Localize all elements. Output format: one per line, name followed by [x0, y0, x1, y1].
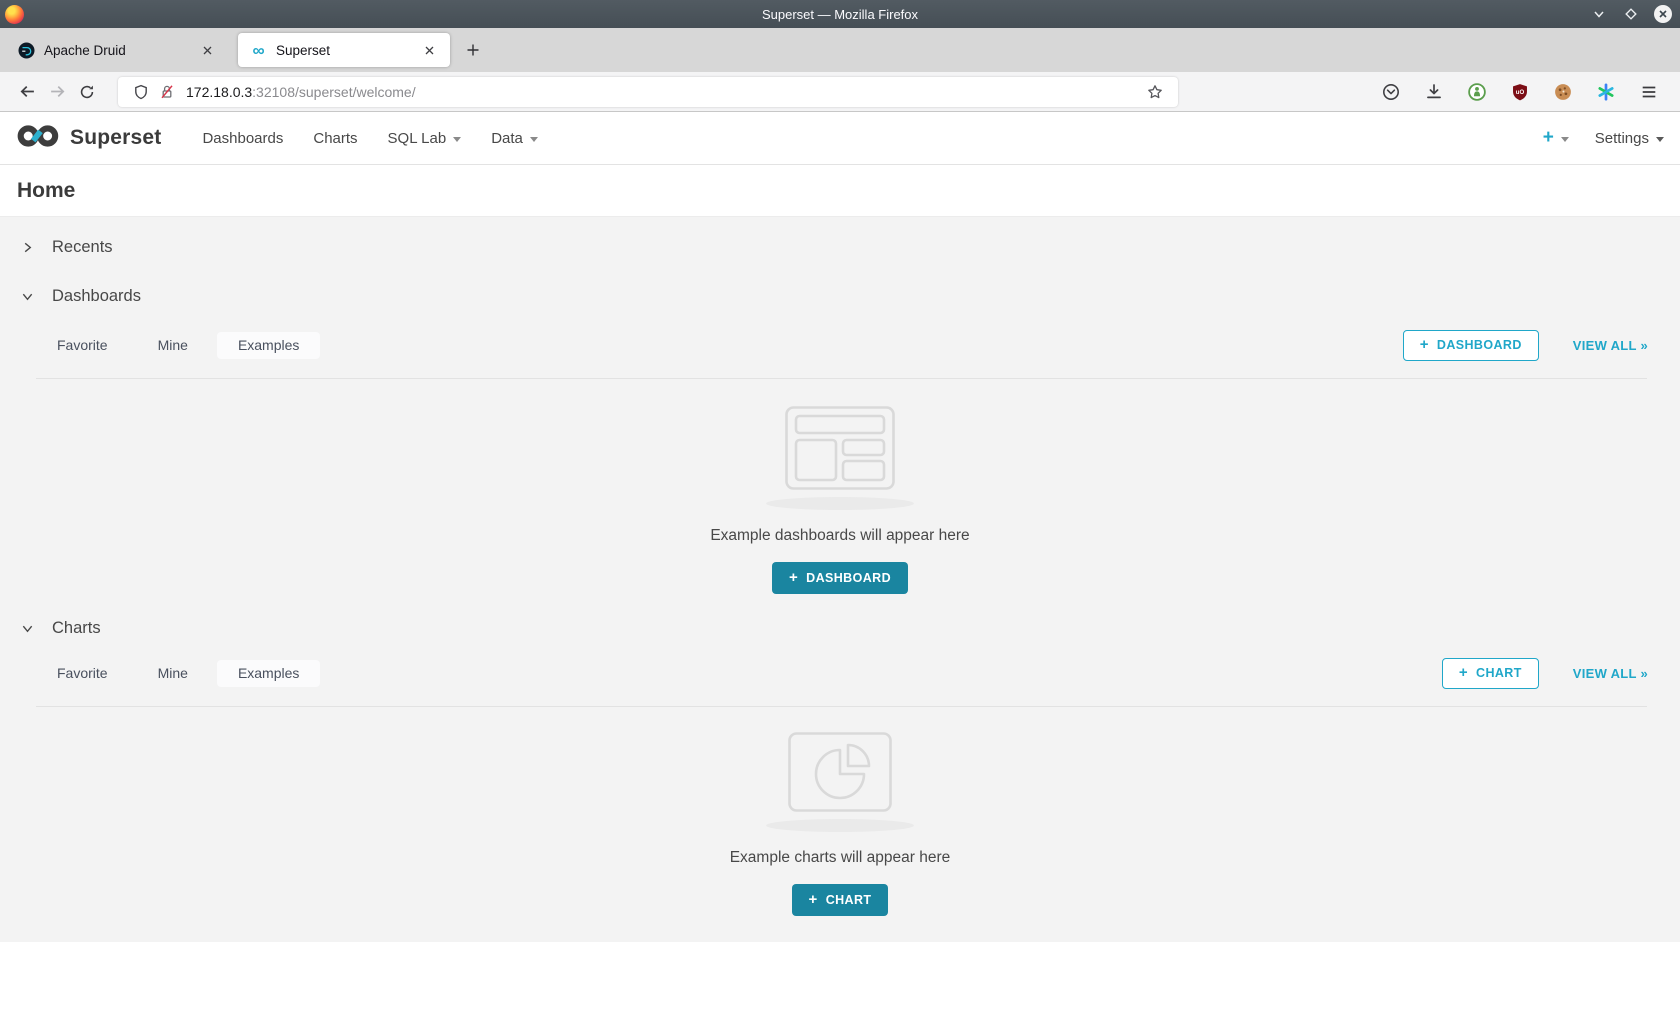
cookie-extension-icon[interactable]	[1548, 77, 1578, 107]
tab-favorite[interactable]: Favorite	[36, 332, 129, 359]
plus-icon: +	[1420, 337, 1429, 352]
titlebar: Superset — Mozilla Firefox	[0, 0, 1680, 28]
plus-icon: +	[1459, 665, 1468, 680]
dashboards-actions: + DASHBOARD VIEW ALL »	[1403, 330, 1648, 361]
dashboard-empty-icon	[785, 406, 895, 495]
icon-shadow	[766, 819, 914, 832]
superset-favicon-icon: ∞	[250, 42, 267, 59]
new-tab-button[interactable]	[458, 35, 488, 65]
container-extension-icon[interactable]	[1591, 77, 1621, 107]
chevron-down-icon	[1561, 137, 1569, 142]
tab-label: Superset	[276, 43, 418, 58]
privacy-extension-icon[interactable]	[1462, 77, 1492, 107]
tab-apache-druid[interactable]: Apache Druid	[6, 33, 228, 67]
forward-button[interactable]	[42, 77, 72, 107]
superset-navbar: Superset Dashboards Charts SQL Lab Data …	[0, 112, 1680, 165]
downloads-icon[interactable]	[1419, 77, 1449, 107]
dashboards-filter-tabs: Favorite Mine Examples	[36, 332, 320, 359]
window-title: Superset — Mozilla Firefox	[0, 7, 1680, 22]
chevron-down-icon	[1656, 137, 1664, 142]
new-item-button[interactable]: +	[1543, 127, 1569, 149]
chevron-down-icon	[20, 290, 35, 303]
plus-icon: +	[809, 892, 818, 907]
settings-menu[interactable]: Settings	[1595, 130, 1664, 147]
charts-subbar: Favorite Mine Examples + CHART VIEW ALL …	[0, 658, 1680, 688]
new-chart-button-primary[interactable]: + CHART	[792, 884, 889, 916]
page-title: Home	[17, 179, 75, 203]
plus-icon: +	[789, 570, 798, 585]
page-header: Home	[0, 165, 1680, 217]
charts-view-all-link[interactable]: VIEW ALL »	[1573, 666, 1648, 681]
brand-name: Superset	[70, 126, 161, 150]
dashboards-subbar: Favorite Mine Examples + DASHBOARD VIEW …	[0, 330, 1680, 360]
superset-logo-icon	[16, 121, 62, 156]
superset-menu: Dashboards Charts SQL Lab Data	[187, 130, 552, 147]
menu-sql-lab[interactable]: SQL Lab	[373, 130, 477, 147]
tab-close-icon[interactable]	[418, 39, 440, 61]
firefox-window: Superset — Mozilla Firefox Apache D	[0, 0, 1680, 1012]
tab-close-icon[interactable]	[196, 39, 218, 61]
welcome-content: Recents Dashboards Favorite Mine Example…	[0, 217, 1680, 942]
section-charts-label: Charts	[52, 619, 101, 638]
new-chart-button[interactable]: + CHART	[1442, 658, 1539, 689]
tab-label: Apache Druid	[44, 43, 196, 58]
tab-mine[interactable]: Mine	[137, 332, 209, 359]
icon-shadow	[766, 497, 914, 510]
charts-empty-state: Example charts will appear here + CHART	[0, 707, 1680, 916]
charts-actions: + CHART VIEW ALL »	[1442, 658, 1648, 689]
druid-favicon-icon	[18, 42, 35, 59]
svg-text:uO: uO	[1516, 89, 1525, 95]
footer-area	[0, 942, 1680, 1012]
dashboards-view-all-link[interactable]: VIEW ALL »	[1573, 338, 1648, 353]
section-charts[interactable]: Charts	[0, 611, 1680, 645]
menu-dashboards[interactable]: Dashboards	[187, 130, 298, 147]
back-button[interactable]	[12, 77, 42, 107]
insecure-lock-icon[interactable]	[154, 79, 180, 105]
menu-charts[interactable]: Charts	[298, 130, 372, 147]
reload-button[interactable]	[72, 77, 102, 107]
tab-strip: Apache Druid ∞ Superset	[0, 28, 1680, 72]
url-bar[interactable]: 172.18.0.3:32108/superset/welcome/	[118, 77, 1178, 107]
tab-examples[interactable]: Examples	[217, 660, 320, 687]
ublock-origin-icon[interactable]: uO	[1505, 77, 1535, 107]
toolbar-extensions: uO	[1376, 77, 1668, 107]
section-recents[interactable]: Recents	[0, 230, 1680, 264]
new-dashboard-button-primary[interactable]: + DASHBOARD	[772, 562, 908, 594]
bookmark-star-icon[interactable]	[1142, 79, 1168, 105]
charts-empty-text: Example charts will appear here	[730, 849, 951, 867]
tab-examples[interactable]: Examples	[217, 332, 320, 359]
menu-data[interactable]: Data	[476, 130, 553, 147]
section-dashboards[interactable]: Dashboards	[0, 279, 1680, 313]
chevron-down-icon	[20, 622, 35, 635]
tab-favorite[interactable]: Favorite	[36, 660, 129, 687]
section-dashboards-label: Dashboards	[52, 287, 141, 306]
dashboards-empty-state: Example dashboards will appear here + DA…	[0, 379, 1680, 594]
tab-mine[interactable]: Mine	[137, 660, 209, 687]
pocket-icon[interactable]	[1376, 77, 1406, 107]
section-recents-label: Recents	[52, 238, 113, 257]
navigation-toolbar: 172.18.0.3:32108/superset/welcome/	[0, 72, 1680, 112]
navbar-right: + Settings	[1543, 127, 1664, 149]
chart-empty-icon	[788, 732, 892, 817]
dashboards-empty-text: Example dashboards will appear here	[710, 527, 969, 545]
new-dashboard-button[interactable]: + DASHBOARD	[1403, 330, 1539, 361]
chevron-right-icon	[20, 241, 35, 254]
tab-superset[interactable]: ∞ Superset	[238, 33, 450, 67]
chevron-down-icon	[530, 137, 538, 142]
menu-hamburger-icon[interactable]	[1634, 77, 1664, 107]
charts-filter-tabs: Favorite Mine Examples	[36, 660, 320, 687]
chevron-down-icon	[453, 137, 461, 142]
url-text: 172.18.0.3:32108/superset/welcome/	[186, 84, 1142, 100]
superset-brand[interactable]: Superset	[16, 121, 161, 156]
tracking-protection-shield-icon[interactable]	[128, 79, 154, 105]
